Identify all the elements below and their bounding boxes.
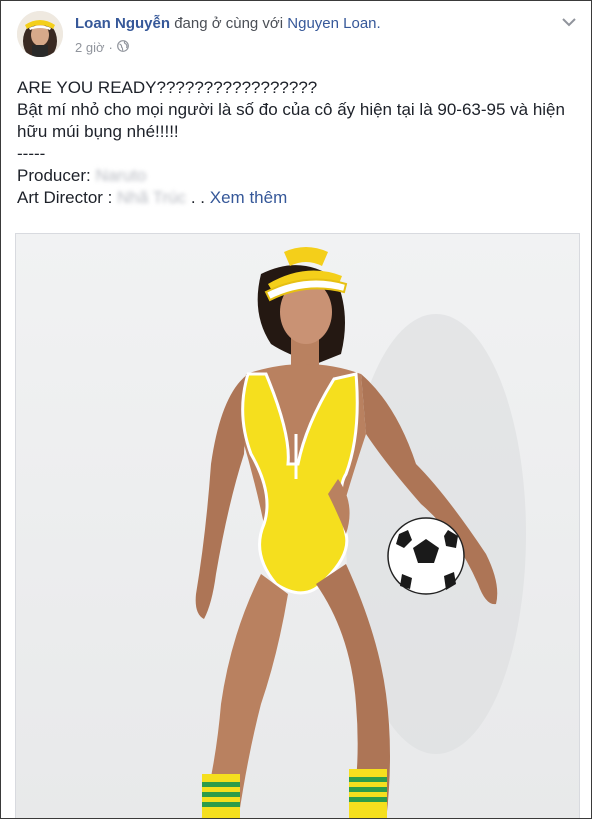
tagged-friend-link[interactable]: Nguyen Loan. [287, 15, 380, 32]
art-director-line: Art Director : Nhã Trúc . . Xem thêm [17, 187, 577, 209]
art-director-name: Nhã Trúc [117, 188, 187, 207]
ellipsis: . . [190, 188, 206, 207]
author-name[interactable]: Loan Nguyễn [75, 15, 170, 32]
see-more-link[interactable]: Xem thêm [210, 188, 287, 207]
facebook-post: Loan Nguyễn đang ở cùng với Nguyen Loan.… [0, 0, 592, 819]
producer-name: Naruto [95, 166, 147, 185]
model-illustration [195, 247, 526, 818]
post-line-title: ARE YOU READY????????????????? [17, 78, 318, 97]
post-line-measurements: Bật mí nhỏ cho mọi người là số đo của cô… [17, 100, 565, 141]
avatar[interactable] [17, 11, 63, 57]
meta-separator: · [108, 40, 113, 55]
chevron-down-icon[interactable] [561, 15, 577, 27]
post-body: ARE YOU READY????????????????? Bật mí nh… [17, 77, 577, 209]
post-header: Loan Nguyễn đang ở cùng với Nguyen Loan. [75, 15, 381, 33]
with-connector: đang ở cùng với [174, 15, 284, 32]
post-meta: 2 giờ · [75, 40, 129, 55]
producer-label: Producer: [17, 166, 91, 185]
post-photo[interactable] [15, 233, 580, 818]
art-director-label: Art Director : [17, 188, 113, 207]
post-timestamp[interactable]: 2 giờ [75, 40, 105, 55]
globe-icon[interactable] [116, 40, 129, 55]
producer-line: Producer: Naruto [17, 165, 577, 187]
post-divider: ----- [17, 144, 46, 163]
